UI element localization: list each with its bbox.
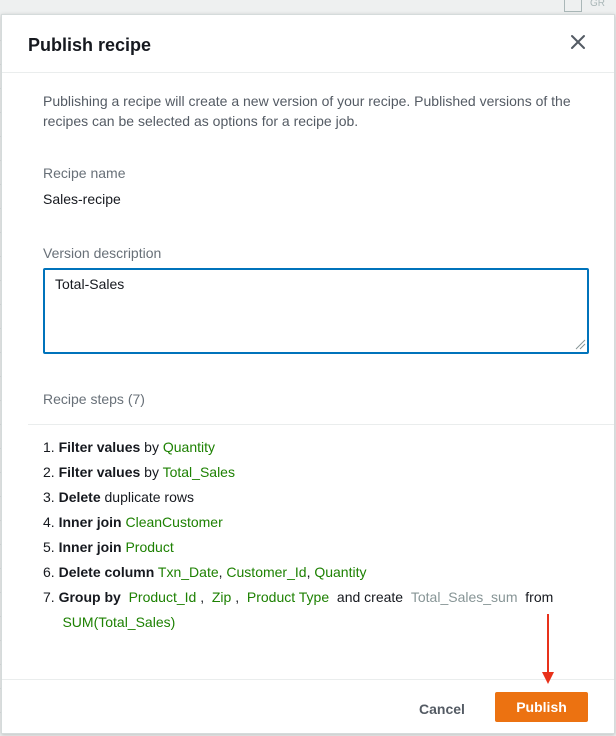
publish-button[interactable]: Publish <box>495 692 588 722</box>
modal-header: Publish recipe <box>2 15 614 73</box>
step-column: Product Type <box>246 589 330 605</box>
recipe-name-value: Sales-recipe <box>43 191 121 207</box>
publish-recipe-modal: Publish recipe Publishing a recipe will … <box>1 14 615 734</box>
modal-title: Publish recipe <box>28 35 152 55</box>
annotation-arrow-icon <box>542 614 554 684</box>
step-action: Filter values <box>58 439 141 455</box>
modal-footer: Cancel Publish <box>2 679 614 735</box>
close-button[interactable] <box>566 30 590 54</box>
recipe-name-label: Recipe name <box>43 165 126 181</box>
step-action: Group by <box>58 589 121 605</box>
close-icon <box>571 35 585 49</box>
grid-icon <box>564 0 582 12</box>
step-dataset: CleanCustomer <box>125 514 223 530</box>
step-action: Inner join <box>58 514 122 530</box>
step-new-column: Total_Sales_sum <box>410 589 518 605</box>
steps-divider <box>28 424 614 425</box>
step-column: Customer_Id <box>226 564 307 580</box>
step-action: Filter values <box>58 464 141 480</box>
step-action: Inner join <box>58 539 122 555</box>
step-column: Product_Id <box>128 589 197 605</box>
recipe-step-4: 4. Inner join CleanCustomer <box>43 514 223 530</box>
recipe-step-2: 2. Filter values by Total_Sales <box>43 464 235 480</box>
cancel-button[interactable]: Cancel <box>402 694 482 724</box>
recipe-step-7: 7. Group by Product_Id , Zip , Product T… <box>43 589 554 630</box>
recipe-steps-list: 1. Filter values by Quantity 2. Filter v… <box>43 435 583 635</box>
step-column: Quantity <box>314 564 367 580</box>
step-dataset: Product <box>125 539 174 555</box>
step-column: Txn_Date <box>157 564 219 580</box>
version-description-label: Version description <box>43 245 162 261</box>
recipe-step-6: 6. Delete column Txn_Date, Customer_Id, … <box>43 564 367 580</box>
step-action: Delete column <box>58 564 155 580</box>
recipe-step-3: 3. Delete duplicate rows <box>43 489 194 505</box>
recipe-step-5: 5. Inner join Product <box>43 539 174 555</box>
step-column: Total_Sales <box>162 464 235 480</box>
background-grid-label: GR <box>590 0 605 9</box>
resize-grip-icon[interactable] <box>574 338 586 350</box>
recipe-step-1: 1. Filter values by Quantity <box>43 439 215 455</box>
step-column: Zip <box>211 589 232 605</box>
version-description-input[interactable]: Total-Sales <box>43 268 589 354</box>
step-aggregation: SUM(Total_Sales) <box>62 614 176 630</box>
step-action: Delete <box>58 489 101 505</box>
step-column: Quantity <box>162 439 215 455</box>
recipe-steps-label: Recipe steps (7) <box>43 391 145 407</box>
intro-text: Publishing a recipe will create a new ve… <box>43 93 571 129</box>
